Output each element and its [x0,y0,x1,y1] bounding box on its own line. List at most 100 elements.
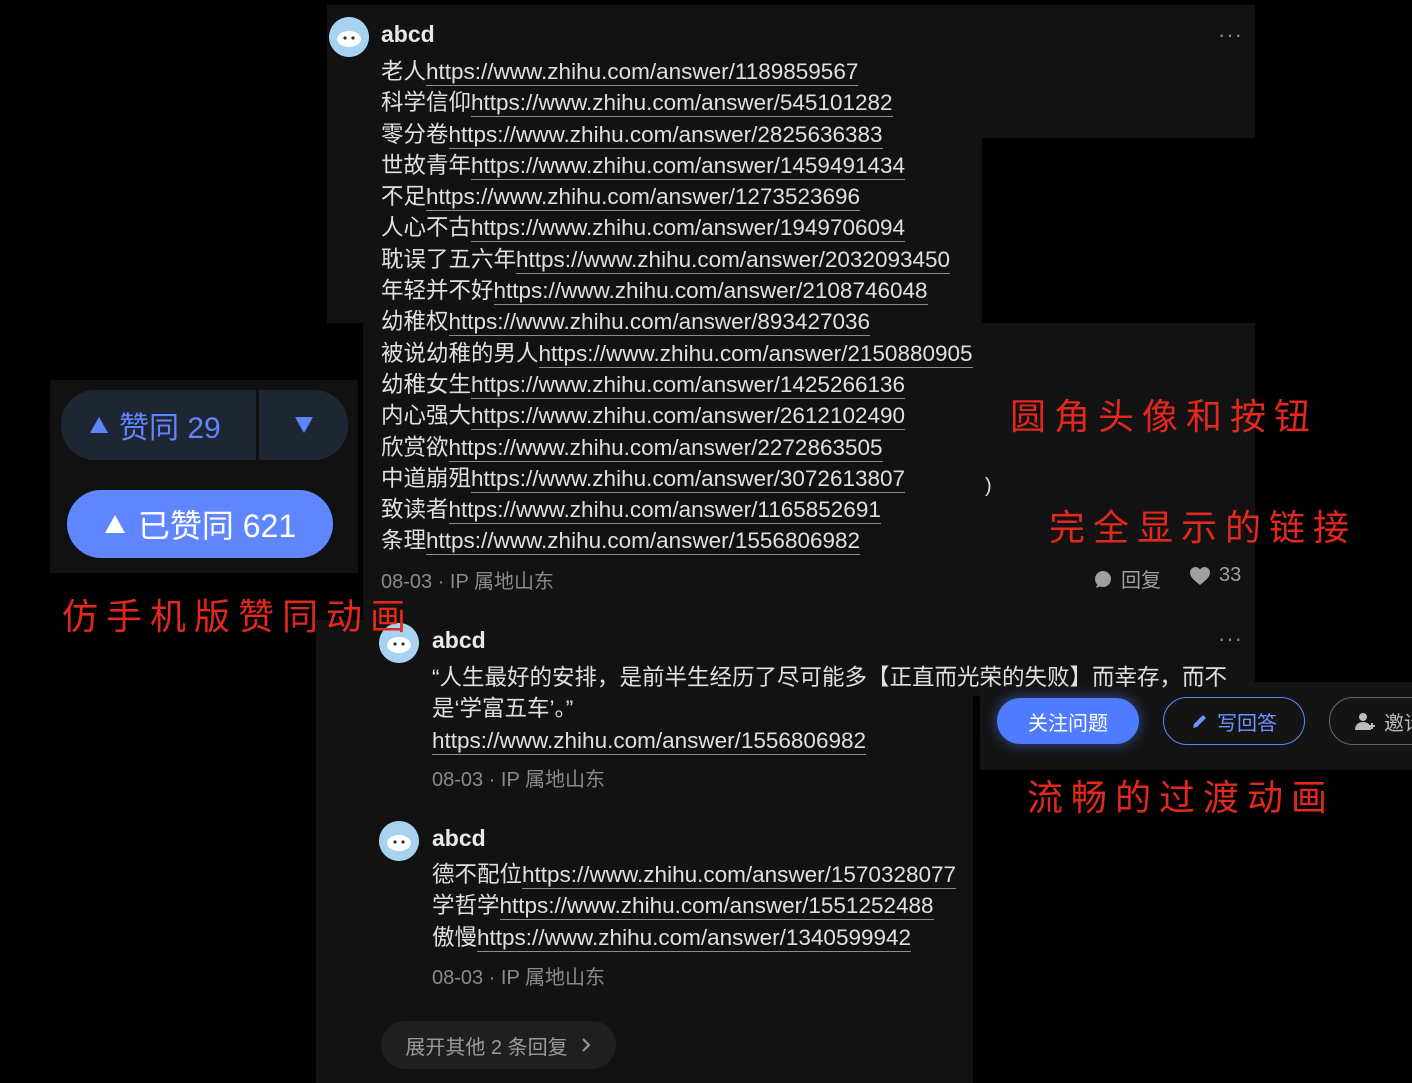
answer-link[interactable]: https://www.zhihu.com/answer/1165852691 [448,497,881,525]
avatar-icon [329,17,369,57]
comment-panel-bottom-strip [316,620,366,1083]
comment-meta: 08-03 · IP 属地山东 [432,769,606,791]
answer-link[interactable]: https://www.zhihu.com/answer/1551252488 [499,893,934,921]
like-count: 33 [1219,564,1242,586]
link-prefix: 德不配位 [432,862,523,887]
link-prefix: 学哲学 [432,893,500,919]
link-line: 致读者https://www.zhihu.com/answer/11658526… [381,494,973,525]
more-options-icon[interactable]: ··· [1218,24,1243,46]
link-line: 耽误了五六年https://www.zhihu.com/answer/20320… [381,244,973,275]
comment-text-line: “人生最好的安排，是前半生经历了尽可能多【正直而光荣的失败】而幸存，而不 [432,665,1227,690]
link-line: 学哲学https://www.zhihu.com/answer/15512524… [432,890,973,921]
follow-question-button[interactable]: 关注问题 [997,698,1139,744]
upvote-group: 赞同 29 [61,390,348,460]
link-prefix: 中道崩殂 [381,465,472,491]
answer-link[interactable]: https://www.zhihu.com/answer/3072613807 [471,465,906,493]
annotation-full-links: 完全显示的链接 [1049,508,1358,549]
upvoted-label: 已赞同 621 [137,508,297,544]
link-line: 不足https://www.zhihu.com/answer/127352369… [381,181,973,212]
link-line: 幼稚女生https://www.zhihu.com/answer/1425266… [381,369,973,400]
annotation-rounded: 圆角头像和按钮 [1010,397,1319,438]
reply-button[interactable]: 回复 [1093,564,1161,593]
link-line: 世故青年https://www.zhihu.com/answer/1459491… [381,150,973,181]
link-line: 德不配位https://www.zhihu.com/answer/1570328… [432,859,973,890]
comment-author[interactable]: abcd [432,825,486,852]
link-line: 被说幼稚的男人https://www.zhihu.com/answer/2150… [381,338,973,369]
link-line: 科学信仰https://www.zhihu.com/answer/5451012… [381,87,973,118]
answer-link[interactable]: https://www.zhihu.com/answer/1273523696 [426,184,861,212]
upvoted-button[interactable]: 已赞同 621 [67,490,333,558]
link-prefix: 老人 [381,59,427,84]
upvote-button[interactable]: 赞同 29 [61,390,259,460]
upvote-label: 赞同 29 [119,412,221,445]
link-line: 人心不古https://www.zhihu.com/answer/1949706… [381,212,973,243]
link-prefix: 耽误了五六年 [381,246,517,272]
more-options-icon[interactable]: ··· [1218,628,1243,650]
link-prefix: 幼稚权 [381,309,449,335]
pencil-icon [1193,715,1206,728]
comment-body: 老人https://www.zhihu.com/answer/118985956… [381,56,973,557]
link-line: 内心强大https://www.zhihu.com/answer/2612102… [381,400,973,431]
answer-link[interactable]: https://www.zhihu.com/answer/1949706094 [471,215,906,243]
avatar-icon [379,821,419,861]
answer-link[interactable]: https://www.zhihu.com/answer/2150880905 [538,340,973,368]
chevron-right-icon [581,1038,591,1052]
link-line: 傲慢https://www.zhihu.com/answer/134059994… [432,922,973,953]
link-line: 年轻并不好https://www.zhihu.com/answer/210874… [381,275,973,306]
link-line: 零分卷https://www.zhihu.com/answer/28256363… [381,119,973,150]
answer-link[interactable]: https://www.zhihu.com/answer/2612102490 [471,403,906,431]
invite-label: 邀请 [1384,712,1412,735]
answer-link[interactable]: https://www.zhihu.com/answer/1189859567 [426,59,859,86]
link-prefix: 傲慢 [432,924,478,950]
answer-link[interactable]: https://www.zhihu.com/answer/1340599942 [477,924,912,952]
link-prefix: 科学信仰 [381,90,472,116]
link-line: 幼稚权https://www.zhihu.com/answer/89342703… [381,306,973,337]
link-line: 中道崩殂https://www.zhihu.com/answer/3072613… [381,463,973,494]
comment-author[interactable]: abcd [432,627,486,654]
answer-link[interactable]: https://www.zhihu.com/answer/1570328077 [522,862,957,889]
follow-label: 关注问题 [1028,712,1108,735]
comment-author[interactable]: abcd [381,21,435,48]
link-prefix: 条理 [381,528,427,554]
answer-link[interactable]: https://www.zhihu.com/answer/2032093450 [516,246,951,274]
link-line: 欣赏欲https://www.zhihu.com/answer/22728635… [381,432,973,463]
triangle-up-icon [104,515,125,533]
expand-replies-button[interactable]: 展开其他 2 条回复 [381,1021,616,1069]
downvote-button[interactable] [259,416,348,434]
link-prefix: 致读者 [381,497,449,523]
link-prefix: 人心不古 [381,215,472,241]
link-line: 条理https://www.zhihu.com/answer/155680698… [381,525,973,556]
link-prefix: 世故青年 [381,152,472,178]
link-prefix: 幼稚女生 [381,371,472,397]
triangle-down-icon [294,417,313,433]
answer-link[interactable]: https://www.zhihu.com/answer/1425266136 [471,371,906,399]
reply-icon [1095,570,1111,588]
add-user-icon [1355,713,1375,730]
like-button[interactable]: 33 [1189,564,1241,587]
heart-icon [1190,566,1210,585]
answer-link[interactable]: https://www.zhihu.com/answer/545101282 [471,90,893,118]
annotation-smooth: 流畅的过渡动画 [1027,778,1336,819]
answer-link[interactable]: https://www.zhihu.com/answer/1459491434 [471,152,906,180]
answer-link[interactable]: https://www.zhihu.com/answer/2825636383 [448,121,883,149]
avatar[interactable] [329,17,369,57]
invite-button[interactable]: 邀请 [1329,697,1412,745]
stray-char: ) [985,475,992,497]
answer-link[interactable]: https://www.zhihu.com/answer/2108746048 [493,278,928,306]
link-prefix: 内心强大 [381,403,472,429]
answer-link[interactable]: https://www.zhihu.com/answer/1556806982 [432,727,867,755]
answer-link[interactable]: https://www.zhihu.com/answer/1556806982 [426,528,861,556]
link-prefix: 零分卷 [381,121,449,147]
link-prefix: 欣赏欲 [381,434,449,460]
write-answer-button[interactable]: 写回答 [1163,697,1305,745]
triangle-up-icon [90,417,108,433]
answer-link[interactable]: https://www.zhihu.com/answer/2272863505 [448,434,883,462]
avatar[interactable] [379,821,419,861]
comment-meta: 08-03 · IP 属地山东 [432,967,606,989]
expand-label: 展开其他 2 条回复 [405,1036,568,1059]
answer-link[interactable]: https://www.zhihu.com/answer/893427036 [448,309,871,337]
reply-label: 回复 [1121,570,1161,592]
link-prefix: 年轻并不好 [381,278,494,304]
link-prefix: 不足 [381,184,427,210]
comment-body: 德不配位https://www.zhihu.com/answer/1570328… [432,859,973,953]
